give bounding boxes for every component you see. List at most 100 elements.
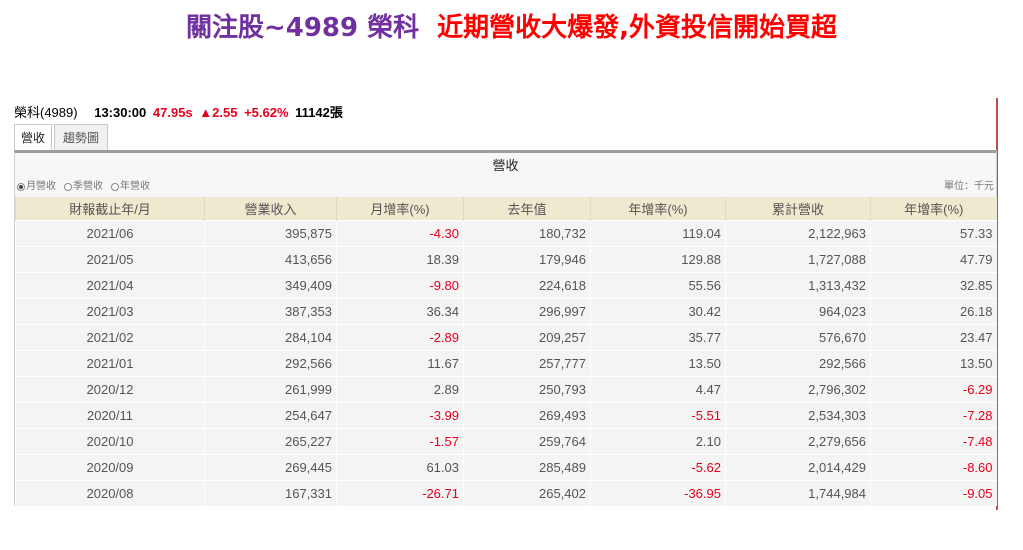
cell-last-year: 257,777	[463, 349, 591, 376]
cell-cumulative-yoy: 32.85	[870, 271, 997, 298]
cell-cumulative: 2,122,963	[725, 219, 871, 246]
cell-yoy: -5.62	[590, 453, 726, 480]
cell-period: 2021/05	[15, 245, 205, 272]
cell-period: 2020/12	[15, 375, 205, 402]
cell-revenue: 167,331	[204, 479, 337, 506]
table-row: 2020/12 261,999 2.89 250,793 4.47 2,796,302 -6…	[15, 375, 997, 402]
cell-last-year: 180,732	[463, 219, 591, 246]
table-row: 2021/04 349,409 -9.80 224,618 55.56 1,313,432…	[15, 271, 997, 298]
headline-news: 近期營收大爆發,外資投信開始買超	[437, 13, 838, 43]
cell-last-year: 209,257	[463, 323, 591, 350]
cell-cumulative: 1,727,088	[725, 245, 871, 272]
table-row: 2020/10 265,227 -1.57 259,764 2.10 2,279,656-…	[15, 427, 997, 454]
cell-mom: -2.89	[336, 323, 464, 350]
unit-label: 單位：千元	[944, 181, 994, 192]
cell-cumulative-yoy: 23.47	[870, 323, 997, 350]
option-yearly-label: 年營收	[120, 181, 150, 192]
cell-period: 2021/03	[15, 297, 205, 324]
cell-cumulative-yoy: -9.05	[870, 479, 997, 506]
cell-period: 2020/11	[15, 401, 205, 428]
cell-mom: 2.89	[336, 375, 464, 402]
revenue-panel: 營收 月營收 季營收 年營收 單位：千元 財報截止年/月 營業收入 月增率(%)…	[14, 150, 997, 506]
cell-cumulative-yoy: 13.50	[870, 349, 997, 376]
cell-mom: 61.03	[336, 453, 464, 480]
table-header-row: 財報截止年/月 營業收入 月增率(%) 去年值 年增率(%) 累計營收 年增率(…	[15, 197, 997, 220]
cell-last-year: 285,489	[463, 453, 591, 480]
header-cumulative: 累計營收	[725, 197, 871, 220]
option-monthly[interactable]: 月營收	[17, 179, 56, 195]
cell-last-year: 179,946	[463, 245, 591, 272]
cell-cumulative: 292,566	[725, 349, 871, 376]
cell-mom: -4.30	[336, 219, 464, 246]
table-row: 2021/03 387,353 36.34 296,997 30.42 964,023 26…	[15, 297, 997, 324]
option-quarterly[interactable]: 季營收	[64, 179, 103, 195]
cell-revenue: 284,104	[204, 323, 337, 350]
radio-quarterly[interactable]	[64, 183, 72, 191]
header-last-year: 去年值	[463, 197, 591, 220]
cell-period: 2020/09	[15, 453, 205, 480]
quote-price: 47.95s	[152, 105, 193, 120]
cell-period: 2020/10	[15, 427, 205, 454]
cell-cumulative: 576,670	[725, 323, 871, 350]
table-row: 2021/06 395,875 -4.30 180,732 119.04 2,122,96…	[15, 219, 997, 246]
cell-cumulative: 1,744,984	[725, 479, 871, 506]
table-row: 2020/08 167,331 -26.71 265,402 -36.95 1,744,9…	[15, 479, 997, 506]
cell-period: 2021/01	[15, 349, 205, 376]
cell-mom: -3.99	[336, 401, 464, 428]
radio-monthly[interactable]	[17, 183, 25, 191]
cell-mom: -26.71	[336, 479, 464, 506]
cell-yoy: 55.56	[590, 271, 726, 298]
table-row: 2021/02 284,104 -2.89 209,257 35.77 576,670 23…	[15, 323, 997, 350]
cell-revenue: 387,353	[204, 297, 337, 324]
cell-revenue: 269,445	[204, 453, 337, 480]
cell-yoy: 119.04	[590, 219, 726, 246]
stock-name: 榮科(4989)	[14, 105, 78, 120]
cell-cumulative: 2,014,429	[725, 453, 871, 480]
period-options: 月營收 季營收 年營收	[17, 179, 150, 195]
table-row: 2020/11 254,647 -3.99 269,493 -5.51 2,534,303…	[15, 401, 997, 428]
option-yearly[interactable]: 年營收	[111, 179, 150, 195]
radio-yearly[interactable]	[111, 183, 119, 191]
option-quarterly-label: 季營收	[73, 181, 103, 192]
tab-revenue[interactable]: 營收	[14, 124, 52, 150]
cell-yoy: -36.95	[590, 479, 726, 506]
cell-mom: -1.57	[336, 427, 464, 454]
cell-yoy: 2.10	[590, 427, 726, 454]
cell-yoy: 4.47	[590, 375, 726, 402]
cell-cumulative: 1,313,432	[725, 271, 871, 298]
table-row: 2020/09 269,445 61.03 285,489 -5.62 2,014,429…	[15, 453, 997, 480]
header-yoy: 年增率(%)	[590, 197, 726, 220]
cell-cumulative-yoy: -7.48	[870, 427, 997, 454]
cell-revenue: 254,647	[204, 401, 337, 428]
cell-cumulative-yoy: -8.60	[870, 453, 997, 480]
cell-cumulative-yoy: 26.18	[870, 297, 997, 324]
cell-cumulative-yoy: 47.79	[870, 245, 997, 272]
revenue-table: 財報截止年/月 營業收入 月增率(%) 去年值 年增率(%) 累計營收 年增率(…	[15, 197, 997, 506]
header-mom: 月增率(%)	[336, 197, 464, 220]
cell-cumulative-yoy: -7.28	[870, 401, 997, 428]
cell-revenue: 395,875	[204, 219, 337, 246]
cell-cumulative: 2,279,656	[725, 427, 871, 454]
cell-last-year: 259,764	[463, 427, 591, 454]
cell-cumulative: 2,796,302	[725, 375, 871, 402]
cell-period: 2021/04	[15, 271, 205, 298]
cell-last-year: 265,402	[463, 479, 591, 506]
table-row: 2021/01 292,566 11.67 257,777 13.50 292,566 13…	[15, 349, 997, 376]
header-revenue: 營業收入	[204, 197, 337, 220]
cell-revenue: 349,409	[204, 271, 337, 298]
cell-revenue: 292,566	[204, 349, 337, 376]
cell-mom: 11.67	[336, 349, 464, 376]
cell-period: 2020/08	[15, 479, 205, 506]
tab-trend-chart[interactable]: 趨勢圖	[54, 124, 108, 150]
cell-revenue: 413,656	[204, 245, 337, 272]
headline: 關注股~4989 榮科 近期營收大爆發,外資投信開始買超	[0, 6, 1023, 50]
cell-last-year: 250,793	[463, 375, 591, 402]
header-cumulative-yoy: 年增率(%)	[870, 197, 997, 220]
quote-volume: 11142張	[295, 105, 343, 120]
headline-stock: 關注股~4989 榮科	[185, 13, 420, 43]
cell-yoy: 35.77	[590, 323, 726, 350]
stock-quote-bar: 榮科(4989) 13:30:00 47.95s ▲2.55 +5.62% 11…	[14, 103, 346, 123]
cell-cumulative: 964,023	[725, 297, 871, 324]
cell-yoy: 13.50	[590, 349, 726, 376]
option-monthly-label: 月營收	[26, 181, 56, 192]
